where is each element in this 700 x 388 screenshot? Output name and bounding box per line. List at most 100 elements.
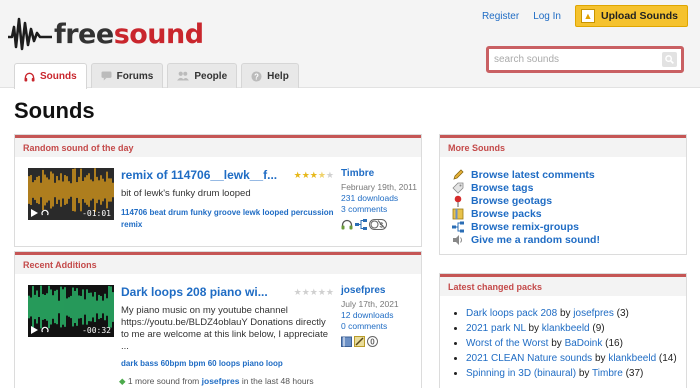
star-icon[interactable]: ★ <box>318 287 326 297</box>
remix-icon <box>355 219 367 230</box>
plus-icon: ◆ <box>119 376 126 386</box>
star-icon[interactable]: ★ <box>318 170 326 180</box>
comments-link[interactable]: 0 comments <box>341 321 421 332</box>
main-tabs: Sounds Forums People ? Help <box>14 63 303 89</box>
panel-heading: More Sounds <box>440 135 686 157</box>
pack-by: by <box>594 353 606 364</box>
upload-sounds-button[interactable]: ▲ Upload Sounds <box>575 5 688 27</box>
search-input[interactable] <box>489 49 649 70</box>
search-box <box>486 46 684 73</box>
list-item: Browse packs <box>452 207 686 220</box>
sound-user-link[interactable]: Timbre <box>341 168 374 179</box>
sound-tags[interactable]: dark bass 60bpm bpm 60 loops piano loop <box>121 358 334 370</box>
list-item: Browse tags <box>452 181 686 194</box>
login-link[interactable]: Log In <box>533 11 561 22</box>
register-link[interactable]: Register <box>482 11 519 22</box>
freesound-logo[interactable]: freesound <box>8 10 204 58</box>
pack-link[interactable]: Dark loops pack 208 <box>466 308 557 319</box>
pack-by: by <box>551 338 562 349</box>
pack-user-link[interactable]: Timbre <box>592 368 623 379</box>
pack-link[interactable]: Spinning in 3D (binaural) <box>466 368 576 379</box>
search-button[interactable] <box>662 52 677 67</box>
sound-description: My piano music on my youtube channel htt… <box>121 305 328 352</box>
star-icon[interactable]: ★ <box>302 170 310 180</box>
remix-icon <box>452 221 464 233</box>
star-icon[interactable]: ★ <box>294 170 302 180</box>
tab-forums[interactable]: Forums <box>90 63 164 88</box>
sound-user-link[interactable]: josefpres <box>341 285 385 296</box>
list-item: 2021 park NL by klankbeeld (9) <box>466 321 686 336</box>
headphones-icon <box>24 72 35 82</box>
upload-label: Upload Sounds <box>601 10 678 22</box>
tab-help[interactable]: ? Help <box>241 63 299 88</box>
more-from-text: 1 more sound from <box>127 376 200 386</box>
random-sound-panel: Random sound of the day -01:01 remix of … <box>14 134 422 247</box>
play-icon[interactable] <box>30 326 38 334</box>
list-item: Browse remix-groups <box>452 220 686 233</box>
pack-link[interactable]: 2021 CLEAN Nature sounds <box>466 353 592 364</box>
waveform-player[interactable]: -00:32 <box>28 285 114 337</box>
browse-tags-link[interactable]: Browse tags <box>471 182 533 194</box>
pack-link[interactable]: 2021 park NL <box>466 323 526 334</box>
waveform-player[interactable]: -01:01 <box>28 168 114 220</box>
more-from-user: ◆ 1 more sound from josefpres in the las… <box>119 376 314 387</box>
pack-count: (14) <box>658 353 677 364</box>
browse-latest-comments-link[interactable]: Browse latest comments <box>471 169 595 181</box>
star-icon[interactable]: ★ <box>326 287 334 297</box>
star-icon[interactable]: ★ <box>310 287 318 297</box>
tab-label: Forums <box>116 70 154 82</box>
star-icon[interactable]: ★ <box>294 287 302 297</box>
pack-user-link[interactable]: josefpres <box>573 308 614 319</box>
downloads-link[interactable]: 231 downloads <box>341 193 421 204</box>
waveform-logo-icon <box>8 17 52 51</box>
pack-count: (9) <box>592 323 605 334</box>
list-item: Spinning in 3D (binaural) by Timbre (37) <box>466 366 686 381</box>
logo-text: freesound <box>54 19 204 50</box>
sound-title-link[interactable]: Dark loops 208 piano wi... <box>121 285 268 299</box>
list-item: Dark loops pack 208 by josefpres (3) <box>466 306 686 321</box>
more-from-suffix: in the last 48 hours <box>241 376 314 386</box>
pack-link[interactable]: Worst of the Worst <box>466 338 548 349</box>
pack-by: by <box>528 323 540 334</box>
play-time: -01:01 <box>82 209 111 218</box>
pack-count: (16) <box>605 338 623 349</box>
tab-people[interactable]: People <box>167 63 238 88</box>
browse-packs-link[interactable]: Browse packs <box>471 208 542 220</box>
star-icon[interactable]: ★ <box>302 287 310 297</box>
sound-date: July 17th, 2021 <box>341 299 399 309</box>
downloads-link[interactable]: 12 downloads <box>341 310 421 321</box>
random-sound-link[interactable]: Give me a random sound! <box>471 234 600 246</box>
pack-count: (37) <box>625 368 644 379</box>
sound-meta: josefpres July 17th, 2021 12 downloads 0… <box>341 285 421 347</box>
play-icon[interactable] <box>30 209 38 217</box>
sound-tags[interactable]: 114706 beat drum funky groove lewk loope… <box>121 207 334 231</box>
latest-packs-panel: Latest changed packs Dark loops pack 208… <box>439 273 687 388</box>
pack-user-link[interactable]: klankbeeld <box>542 323 590 334</box>
account-links: Register Log In ▲ Upload Sounds <box>482 5 688 27</box>
sound-info: Dark loops 208 piano wi... ★ ★ ★ ★ ★ My pian… <box>121 285 334 370</box>
loop-icon[interactable] <box>41 209 49 217</box>
player-controls <box>30 326 49 334</box>
pencil-icon <box>452 168 464 181</box>
pencil-icon <box>354 336 365 347</box>
package-icon <box>452 208 464 220</box>
cc-zero-icon: 0 <box>367 336 378 347</box>
browse-remix-groups-link[interactable]: Browse remix-groups <box>471 221 579 233</box>
star-icon[interactable]: ★ <box>326 170 334 180</box>
tab-sounds[interactable]: Sounds <box>14 63 87 89</box>
map-pin-icon <box>452 195 464 207</box>
star-rating[interactable]: ★ ★ ★ ★ ★ <box>294 170 334 180</box>
loop-icon[interactable] <box>41 326 49 334</box>
star-icon[interactable]: ★ <box>310 170 318 180</box>
comments-link[interactable]: 3 comments <box>341 204 421 215</box>
logo-sound: sound <box>113 18 204 50</box>
more-from-user-link[interactable]: josefpres <box>202 376 240 386</box>
star-rating[interactable]: ★ ★ ★ ★ ★ <box>294 287 334 297</box>
pack-user-link[interactable]: klankbeeld <box>608 353 656 364</box>
recent-additions-panel: Recent Additions -00:32 Dark loops 208 p… <box>14 251 422 388</box>
panel-heading: Random sound of the day <box>15 135 421 157</box>
pack-user-link[interactable]: BaDoink <box>565 338 603 349</box>
sound-title-link[interactable]: remix of 114706__lewk__f... <box>121 168 277 182</box>
browse-geotags-link[interactable]: Browse geotags <box>471 195 552 207</box>
pack-count: (3) <box>616 308 629 319</box>
